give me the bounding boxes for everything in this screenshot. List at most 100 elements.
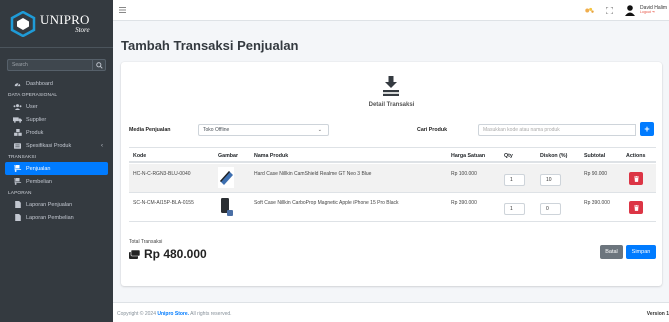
top-navbar: David Halim Logout ⇥ xyxy=(113,0,669,21)
diskon-input[interactable]: 0 xyxy=(540,203,561,215)
diskon-input[interactable]: 10 xyxy=(540,174,561,186)
sidebar-item-produk[interactable]: Produk xyxy=(0,126,113,139)
logout-link[interactable]: Logout ⇥ xyxy=(640,10,667,15)
sidebar-item-laporan-penjualan[interactable]: Laporan Penjualan xyxy=(0,198,113,211)
sidebar-item-label: Spesifikasi Produk xyxy=(26,142,72,149)
col-actions: Actions xyxy=(626,153,646,159)
search-icon xyxy=(95,61,103,69)
table-row: SC-N-CM-AI15P-BLA-0155 Soft Case Nillkin… xyxy=(129,193,656,222)
qty-input[interactable]: 1 xyxy=(504,174,525,186)
fullscreen-icon[interactable] xyxy=(606,7,614,14)
cell-nama-produk: Soft Case Nillkin CarboProp Magnetic App… xyxy=(254,200,399,206)
sidebar-search-button[interactable] xyxy=(92,59,106,71)
hamburger-menu-icon[interactable] xyxy=(119,7,126,15)
transaction-card: Detail Transaksi Media Penjualan Toko Of… xyxy=(121,62,662,286)
brand-name: UNIPRO xyxy=(40,12,90,27)
sidebar-item-spesifikasi-produk[interactable]: Spesifikasi Produk ‹ xyxy=(0,139,113,152)
dashboard-icon xyxy=(13,81,22,87)
cell-subtotal: Rp 390.000 xyxy=(584,200,610,206)
cell-harga: Rp 100.000 xyxy=(451,171,477,177)
sidebar-item-laporan-pembelian[interactable]: Laporan Pembelian xyxy=(0,211,113,224)
col-gambar: Gambar xyxy=(218,153,239,159)
product-table: Kode Gambar Nama Produk Harga Satuan Qty… xyxy=(129,147,656,222)
sidebar-item-dashboard[interactable]: Dashboard xyxy=(0,77,113,90)
sidebar-item-label: Penjualan xyxy=(26,165,51,172)
total-transaksi-label: Total Transaksi xyxy=(129,239,163,245)
sidebar-item-user[interactable]: User xyxy=(0,100,113,113)
sidebar-item-label: Laporan Penjualan xyxy=(26,201,73,208)
sidebar-item-label: User xyxy=(26,103,38,110)
sidebar-item-penjualan[interactable]: Penjualan xyxy=(5,162,108,175)
trash-icon xyxy=(633,175,639,182)
trash-icon xyxy=(633,204,639,211)
palette-icon[interactable] xyxy=(585,7,594,14)
file-icon xyxy=(13,214,22,221)
delete-row-button[interactable] xyxy=(629,201,643,214)
cell-subtotal: Rp 90.000 xyxy=(584,171,608,177)
media-penjualan-select[interactable]: Toko Offline ⌄ xyxy=(198,124,329,136)
section-title: Detail Transaksi xyxy=(368,102,415,108)
copyright-suffix: All rights reserved. xyxy=(189,311,232,317)
media-penjualan-value: Toko Offline xyxy=(203,127,230,133)
product-image xyxy=(218,167,234,188)
file-icon xyxy=(13,201,22,208)
user-avatar-icon[interactable] xyxy=(625,5,636,16)
brand[interactable]: UNIPRO Store xyxy=(0,0,113,48)
col-qty: Qty xyxy=(504,153,513,159)
chevron-down-icon: ⌄ xyxy=(317,127,322,133)
product-image xyxy=(218,197,234,218)
sidebar-item-label: Dashboard xyxy=(26,80,53,87)
save-button[interactable]: Simpan xyxy=(626,245,656,259)
list-icon xyxy=(13,142,22,149)
navbar-right: David Halim Logout ⇥ xyxy=(585,0,669,21)
sidebar-search: Search xyxy=(7,59,106,71)
delete-row-button[interactable] xyxy=(629,172,643,185)
sidebar-item-supplier[interactable]: Supplier xyxy=(0,113,113,126)
dolly-icon xyxy=(13,165,22,172)
copyright-brand-link[interactable]: Unipro Store. xyxy=(157,311,189,317)
total-transaksi: Rp 480.000 xyxy=(129,247,207,261)
version-label: Version 1 xyxy=(647,311,669,317)
sidebar-item-label: Laporan Pembelian xyxy=(26,214,74,221)
col-harga-satuan: Harga Satuan xyxy=(451,153,486,159)
sidebar-header-transaksi: TRANSAKSI xyxy=(8,154,37,160)
dolly-icon xyxy=(383,76,399,96)
add-product-button[interactable]: + xyxy=(640,122,654,136)
sidebar-item-pembelian[interactable]: Pembelian xyxy=(0,175,113,188)
money-icon xyxy=(129,249,140,259)
brand-sub: Store xyxy=(75,26,90,34)
boxes-icon xyxy=(13,129,22,136)
sidebar-item-label: Supplier xyxy=(26,116,47,123)
col-diskon: Diskon (%) xyxy=(540,153,568,159)
cancel-button[interactable]: Batal xyxy=(600,245,623,259)
table-row: HC-N-C-RGN3-BLU-0040 Hard Case Nillkin C… xyxy=(129,164,656,193)
sidebar-header-laporan: LAPORAN xyxy=(8,190,32,196)
cell-kode: SC-N-CM-AI15P-BLA-0155 xyxy=(133,200,194,206)
col-subtotal: Subtotal xyxy=(584,153,606,159)
sidebar-menu: Dashboard DATA OPERASIONAL User Supplier… xyxy=(0,77,113,224)
users-icon xyxy=(13,103,22,110)
copyright-prefix: Copyright © 2024 xyxy=(117,311,158,317)
total-transaksi-value: Rp 480.000 xyxy=(144,247,207,261)
media-penjualan-label: Media Penjualan xyxy=(129,127,171,133)
truck-icon xyxy=(13,116,22,123)
chevron-left-icon[interactable]: ‹ xyxy=(101,143,103,149)
user-menu[interactable]: David Halim Logout ⇥ xyxy=(640,5,667,15)
sidebar-item-label: Produk xyxy=(26,129,44,136)
page-title: Tambah Transaksi Penjualan xyxy=(121,38,299,53)
col-kode: Kode xyxy=(133,153,147,159)
sidebar-header-data-operasional: DATA OPERASIONAL xyxy=(8,92,58,98)
version-text: Version 1 xyxy=(646,311,669,317)
cell-kode: HC-N-C-RGN3-BLU-0040 xyxy=(133,171,191,177)
product-search-input[interactable]: Masukkan kode atau nama produk xyxy=(478,124,636,136)
cell-harga: Rp 390.000 xyxy=(451,200,477,206)
qty-input[interactable]: 1 xyxy=(504,203,525,215)
cari-produk-label: Cari Produk xyxy=(417,127,448,133)
col-nama-produk: Nama Produk xyxy=(254,153,289,159)
table-header: Kode Gambar Nama Produk Harga Satuan Qty… xyxy=(129,147,656,163)
dolly-icon xyxy=(13,178,22,185)
copyright: Copyright © 2024 Unipro Store. All right… xyxy=(117,311,232,317)
sidebar-search-input[interactable]: Search xyxy=(7,59,92,71)
unipro-logo-icon xyxy=(10,10,36,37)
cell-nama-produk: Hard Case Nillkin CamShield Realme GT Ne… xyxy=(254,171,372,177)
